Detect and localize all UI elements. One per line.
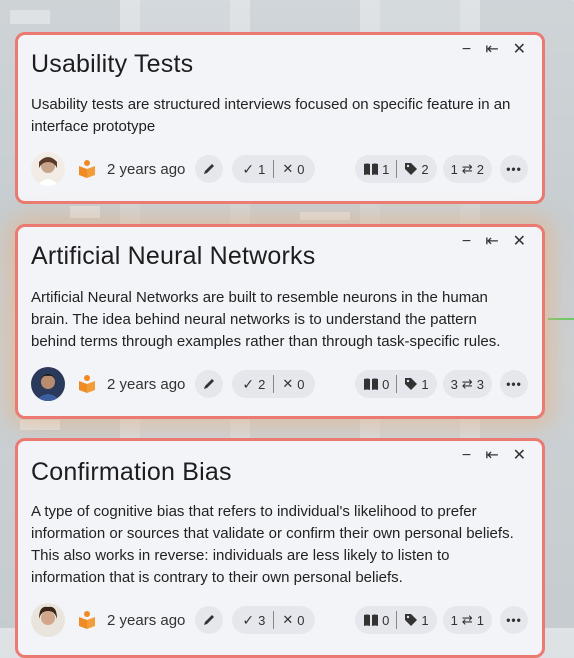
more-options-button[interactable]: ••• (500, 155, 528, 183)
close-icon[interactable]: ✕ (513, 233, 526, 251)
open-book-icon (364, 163, 379, 175)
pencil-icon (204, 379, 215, 389)
timestamp: 2 years ago (107, 160, 186, 178)
close-icon[interactable]: ✕ (513, 447, 526, 465)
tags-count: 2 (421, 161, 429, 177)
note-card[interactable]: − ⇤ ✕ Artificial Neural Networks Artific… (15, 224, 545, 419)
card-description: Usability tests are structured interview… (31, 96, 511, 135)
links-out-count: 3 (476, 376, 484, 392)
minimize-icon[interactable]: − (462, 41, 471, 59)
links-in-count: 1 (450, 161, 458, 177)
collapse-left-icon[interactable]: ⇤ (485, 447, 498, 465)
tags-count: 1 (421, 376, 429, 392)
links-group[interactable]: 1 ⇄ 2 (442, 155, 492, 183)
avatar[interactable] (31, 152, 65, 186)
check-icon[interactable]: ✓ (242, 376, 254, 393)
card-description: Artificial Neural Networks are built to … (31, 289, 501, 350)
card-footer: 2 years ago ✓ 3 ✕ 0 0 1 1 ⇄ 1 ••• (31, 602, 528, 638)
open-book-icon (364, 614, 379, 626)
card-footer: 2 years ago ✓ 2 ✕ 0 0 1 3 ⇄ 3 ••• (31, 366, 528, 402)
note-card[interactable]: − ⇤ ✕ Usability Tests Usability tests ar… (15, 32, 545, 204)
links-in-count: 3 (450, 376, 458, 392)
downvote-count: 0 (297, 612, 305, 628)
downvote-count: 0 (297, 161, 305, 177)
sources-count: 0 (382, 376, 390, 392)
card-footer: 2 years ago ✓ 1 ✕ 0 1 2 1 ⇄ 2 ••• (31, 151, 528, 187)
vote-group: ✓ 1 ✕ 0 (232, 155, 315, 183)
sources-count: 1 (382, 161, 390, 177)
edit-button[interactable] (195, 606, 224, 634)
sources-tags-group[interactable]: 0 1 (355, 606, 437, 634)
edit-button[interactable] (195, 370, 224, 398)
minimize-icon[interactable]: − (462, 447, 471, 465)
links-out-count: 2 (476, 161, 484, 177)
downvote-count: 0 (297, 376, 305, 392)
window-controls: − ⇤ ✕ (462, 233, 526, 251)
tag-icon (405, 378, 418, 390)
sources-count: 0 (382, 612, 390, 628)
more-options-button[interactable]: ••• (500, 370, 528, 398)
book-icon (79, 611, 95, 629)
collapse-left-icon[interactable]: ⇤ (485, 41, 498, 59)
ellipsis-icon: ••• (506, 162, 522, 176)
links-group[interactable]: 1 ⇄ 1 (442, 606, 492, 634)
swap-arrows-icon: ⇄ (461, 376, 473, 391)
ellipsis-icon: ••• (506, 377, 522, 391)
cross-icon[interactable]: ✕ (282, 161, 293, 177)
avatar[interactable] (31, 603, 65, 637)
cross-icon[interactable]: ✕ (282, 612, 293, 628)
timestamp: 2 years ago (107, 375, 186, 393)
tag-icon (405, 163, 418, 175)
upvote-count: 3 (258, 612, 266, 628)
minimize-icon[interactable]: − (462, 233, 471, 251)
links-out-count: 1 (476, 612, 484, 628)
pencil-icon (204, 164, 215, 174)
more-options-button[interactable]: ••• (500, 606, 528, 634)
swap-arrows-icon: ⇄ (461, 612, 473, 627)
tags-count: 1 (421, 612, 429, 628)
card-title: Artificial Neural Networks (31, 242, 316, 270)
edit-button[interactable] (195, 155, 224, 183)
card-title: Usability Tests (31, 50, 194, 78)
cross-icon[interactable]: ✕ (282, 376, 293, 392)
avatar[interactable] (31, 367, 65, 401)
window-controls: − ⇤ ✕ (462, 447, 526, 465)
vote-group: ✓ 2 ✕ 0 (232, 370, 315, 398)
card-description: A type of cognitive bias that refers to … (31, 503, 514, 586)
pencil-icon (204, 615, 215, 625)
book-icon (79, 375, 95, 393)
links-group[interactable]: 3 ⇄ 3 (442, 370, 492, 398)
close-icon[interactable]: ✕ (513, 41, 526, 59)
swap-arrows-icon: ⇄ (461, 161, 473, 176)
card-title: Confirmation Bias (31, 458, 232, 486)
sources-tags-group[interactable]: 1 2 (355, 155, 437, 183)
note-card[interactable]: − ⇤ ✕ Confirmation Bias A type of cognit… (15, 438, 545, 658)
sources-tags-group[interactable]: 0 1 (355, 370, 437, 398)
check-icon[interactable]: ✓ (242, 612, 254, 629)
timestamp: 2 years ago (107, 611, 186, 629)
ellipsis-icon: ••• (506, 613, 522, 627)
check-icon[interactable]: ✓ (242, 161, 254, 178)
upvote-count: 2 (258, 376, 266, 392)
links-in-count: 1 (450, 612, 458, 628)
window-controls: − ⇤ ✕ (462, 41, 526, 59)
open-book-icon (364, 378, 379, 390)
book-icon (79, 160, 95, 178)
upvote-count: 1 (258, 161, 266, 177)
tag-icon (405, 614, 418, 626)
collapse-left-icon[interactable]: ⇤ (485, 233, 498, 251)
vote-group: ✓ 3 ✕ 0 (232, 606, 315, 634)
